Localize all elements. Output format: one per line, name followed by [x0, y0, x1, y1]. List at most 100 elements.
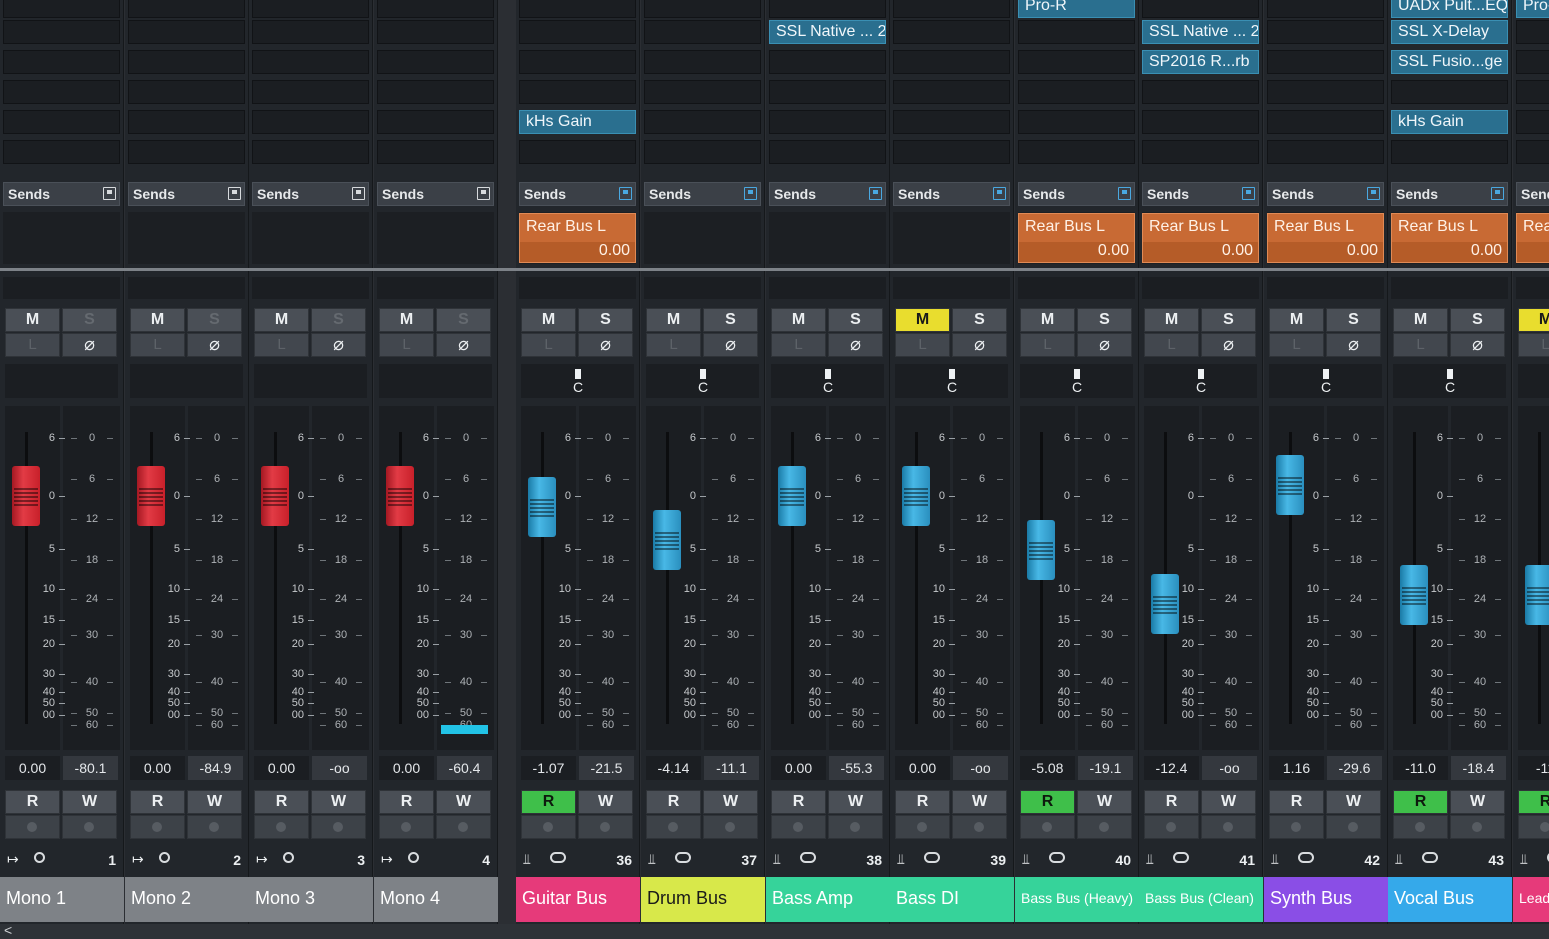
listen-button[interactable]: L — [646, 333, 701, 357]
monitor-speaker-button[interactable] — [1077, 815, 1132, 839]
sends-window-icon[interactable] — [352, 187, 365, 200]
volume-fader-handle[interactable] — [1151, 573, 1179, 634]
stereo-link-icon[interactable] — [1049, 852, 1065, 863]
monitor-speaker-button[interactable] — [1326, 815, 1381, 839]
mute-button[interactable]: M — [1393, 308, 1448, 332]
insert-slot-plugin[interactable]: SSL Native ... 2 — [769, 20, 886, 44]
horizontal-scrollbar[interactable]: < — [0, 922, 1549, 939]
read-automation-button[interactable]: R — [5, 790, 60, 814]
send-slot-rear-bus[interactable]: Rear Bus L 0.00 — [1391, 213, 1508, 263]
sends-header[interactable]: Sends — [1391, 182, 1508, 206]
send-slot-rear-bus[interactable]: Rear Bus L 0.00 — [1267, 213, 1384, 263]
insert-slot-empty[interactable] — [519, 0, 636, 18]
read-automation-button[interactable]: R — [771, 790, 826, 814]
monitor-icon[interactable]: ⌀ — [578, 333, 633, 357]
meter-peak-value[interactable]: -55.3 — [829, 756, 884, 780]
insert-slot-empty[interactable] — [1018, 80, 1135, 104]
sends-header[interactable]: Sends — [128, 182, 245, 206]
sends-header[interactable]: Sends — [769, 182, 886, 206]
volume-fader-handle[interactable] — [778, 466, 806, 526]
insert-slot-empty[interactable] — [1142, 80, 1259, 104]
listen-button[interactable]: L — [254, 333, 309, 357]
bus-icon[interactable]: ⫫ — [1395, 851, 1403, 868]
volume-value[interactable]: 0.00 — [895, 756, 950, 780]
insert-slot-empty[interactable] — [128, 20, 245, 44]
monitor-speaker-button[interactable] — [187, 815, 242, 839]
insert-slot-empty[interactable] — [1267, 110, 1384, 134]
record-enable-button[interactable] — [1269, 815, 1324, 839]
bus-icon[interactable]: ⫫ — [1146, 851, 1154, 868]
scroll-left-arrow[interactable]: < — [4, 922, 12, 938]
sends-header[interactable]: Sends — [3, 182, 120, 206]
channel-name[interactable]: Mono 4 — [374, 877, 498, 922]
channel-name[interactable]: Vocal Bus — [1388, 877, 1512, 922]
insert-slot-plugin[interactable]: Pro- — [1516, 0, 1549, 18]
send-slot-rear-bus[interactable]: Rear Bus L 0.00 — [1018, 213, 1135, 263]
write-automation-button[interactable]: W — [703, 790, 758, 814]
insert-slot-empty[interactable] — [128, 110, 245, 134]
mute-button[interactable]: M — [1020, 308, 1075, 332]
meter-peak-value[interactable]: -21.5 — [579, 756, 634, 780]
meter-peak-value[interactable]: -18.4 — [1451, 756, 1506, 780]
insert-slot-empty[interactable] — [3, 140, 120, 164]
insert-slot-empty[interactable] — [893, 140, 1010, 164]
write-automation-button[interactable]: W — [1077, 790, 1132, 814]
meter-peak-value[interactable]: -29.6 — [1327, 756, 1382, 780]
read-automation-button[interactable]: R — [254, 790, 309, 814]
mono-icon[interactable] — [159, 852, 170, 863]
mute-button[interactable]: M — [1144, 308, 1199, 332]
read-automation-button[interactable]: R — [895, 790, 950, 814]
volume-fader-handle[interactable] — [1276, 454, 1304, 515]
volume-fader-handle[interactable] — [1525, 565, 1549, 626]
monitor-speaker-button[interactable] — [578, 815, 633, 839]
read-automation-button[interactable]: R — [521, 790, 576, 814]
insert-slot-empty[interactable] — [519, 80, 636, 104]
mute-button[interactable]: M — [5, 308, 60, 332]
insert-slot-empty[interactable] — [377, 110, 494, 134]
insert-slot-empty[interactable] — [1391, 80, 1508, 104]
stereo-link-icon[interactable] — [1422, 852, 1438, 863]
mute-button[interactable]: M — [771, 308, 826, 332]
listen-button[interactable]: L — [130, 333, 185, 357]
monitor-speaker-button[interactable] — [436, 815, 491, 839]
sends-header[interactable]: Sends — [1142, 182, 1259, 206]
monitor-icon[interactable]: ⌀ — [703, 333, 758, 357]
write-automation-button[interactable]: W — [1326, 790, 1381, 814]
solo-button[interactable]: S — [1077, 308, 1132, 332]
insert-slot-empty[interactable] — [1018, 110, 1135, 134]
solo-button[interactable]: S — [578, 308, 633, 332]
insert-slot-plugin[interactable]: Pro-R — [1018, 0, 1135, 18]
read-automation-button[interactable]: R — [1518, 790, 1549, 814]
mute-button[interactable]: M — [521, 308, 576, 332]
volume-value[interactable]: 0.00 — [254, 756, 309, 780]
pan-control[interactable] — [379, 364, 492, 398]
channel-name[interactable]: Mono 2 — [125, 877, 249, 922]
record-enable-button[interactable] — [895, 815, 950, 839]
volume-value[interactable]: -11 — [1518, 756, 1549, 780]
meter-peak-value[interactable]: -84.9 — [188, 756, 243, 780]
insert-slot-empty[interactable] — [1516, 80, 1549, 104]
channel-name[interactable]: Drum Bus — [641, 877, 765, 922]
insert-slot-empty[interactable] — [252, 140, 369, 164]
record-enable-button[interactable] — [1144, 815, 1199, 839]
monitor-speaker-button[interactable] — [703, 815, 758, 839]
insert-slot-empty[interactable] — [377, 20, 494, 44]
insert-slot-empty[interactable] — [1516, 20, 1549, 44]
insert-slot-empty[interactable] — [1142, 0, 1259, 18]
insert-slot-empty[interactable] — [519, 20, 636, 44]
monitor-speaker-button[interactable] — [828, 815, 883, 839]
read-automation-button[interactable]: R — [1393, 790, 1448, 814]
volume-value[interactable]: -4.14 — [646, 756, 701, 780]
volume-value[interactable]: -1.07 — [521, 756, 576, 780]
insert-slot-plugin[interactable]: kHs Gain — [1391, 110, 1508, 134]
insert-slot-empty[interactable] — [1267, 20, 1384, 44]
channel-name[interactable]: Mono 3 — [249, 877, 373, 922]
mono-icon[interactable] — [408, 852, 419, 863]
read-automation-button[interactable]: R — [1144, 790, 1199, 814]
meter-peak-value[interactable]: -oo — [1202, 756, 1257, 780]
read-automation-button[interactable]: R — [646, 790, 701, 814]
listen-button[interactable]: L — [1020, 333, 1075, 357]
volume-value[interactable]: 0.00 — [130, 756, 185, 780]
read-automation-button[interactable]: R — [379, 790, 434, 814]
record-enable-button[interactable] — [1518, 815, 1549, 839]
